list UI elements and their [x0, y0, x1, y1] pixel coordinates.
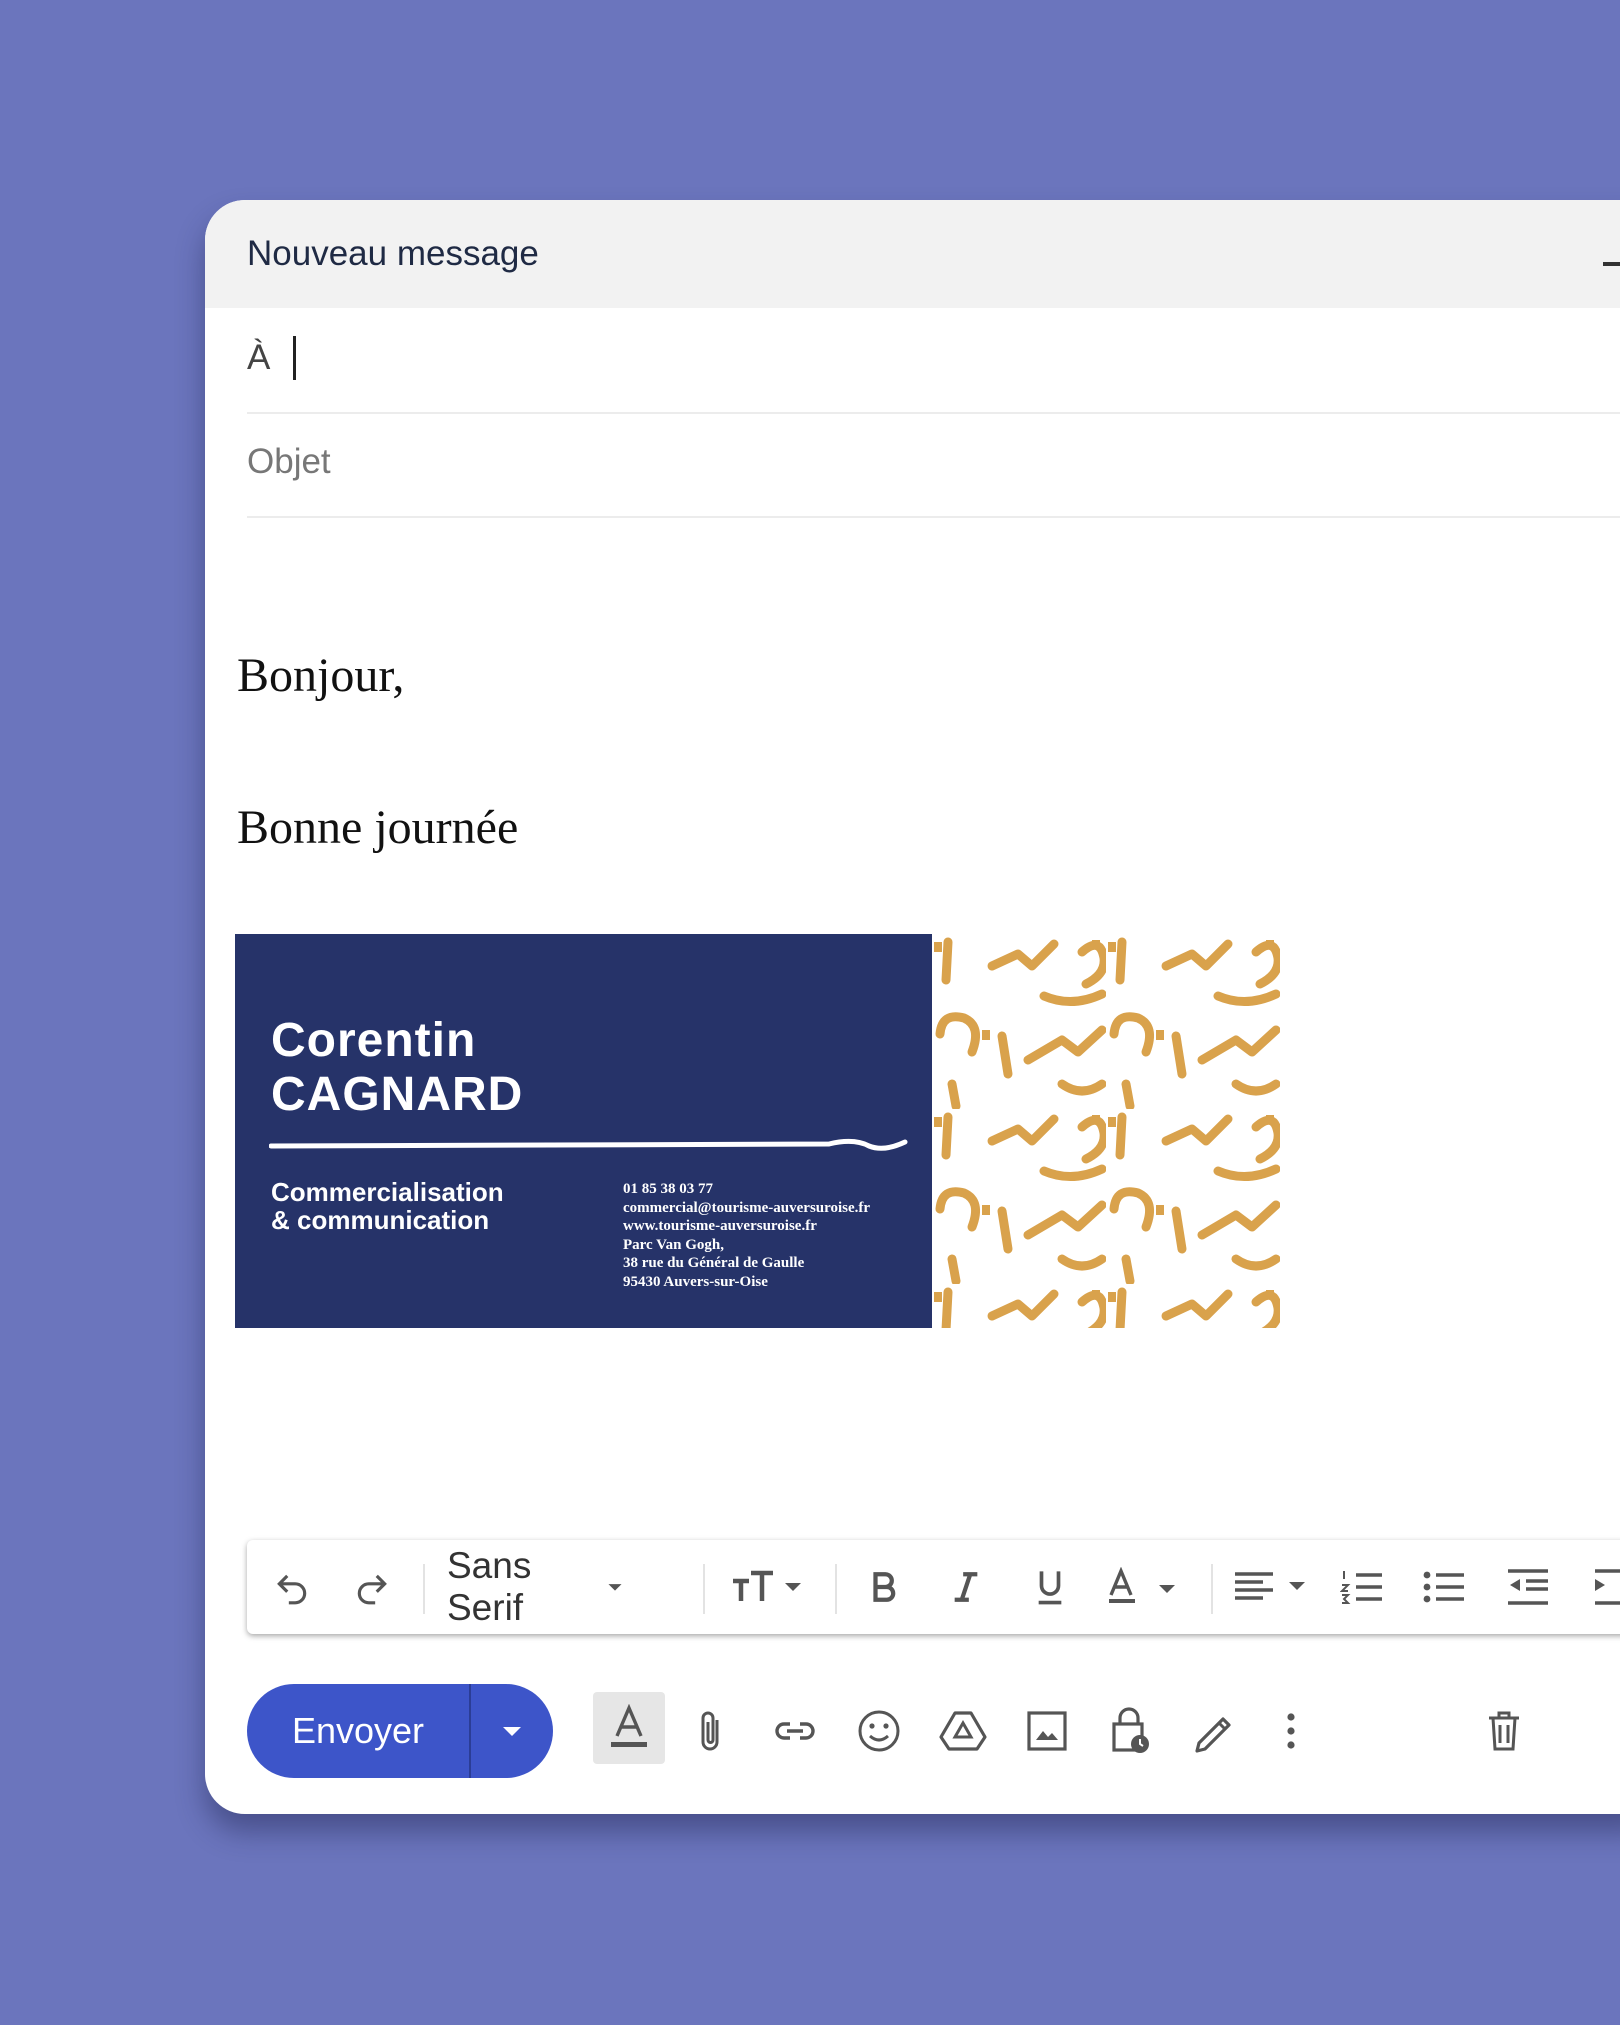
numbered-list-icon[interactable]	[1337, 1540, 1387, 1634]
signature-pattern	[932, 934, 1280, 1328]
signature-name: Corentin CAGNARD	[271, 1014, 523, 1122]
subject-field[interactable]: Objet	[247, 412, 1620, 518]
compose-header: Nouveau message	[205, 200, 1620, 308]
send-button-group: Envoyer	[247, 1684, 553, 1778]
redo-icon[interactable]	[347, 1540, 397, 1634]
email-signature: Corentin CAGNARD Commercialisation & com…	[235, 934, 1280, 1328]
subject-placeholder: Objet	[247, 442, 331, 481]
to-label: À	[247, 338, 271, 377]
signature-phone: 01 85 38 03 77	[623, 1181, 713, 1197]
font-dropdown-icon	[608, 1584, 622, 1591]
body-greeting[interactable]: Bonjour,	[237, 648, 404, 703]
photo-icon[interactable]	[1019, 1684, 1075, 1778]
minimize-icon[interactable]	[1603, 262, 1620, 266]
font-name: Sans Serif	[447, 1545, 532, 1628]
send-button[interactable]: Envoyer	[247, 1684, 469, 1778]
signature-card: Corentin CAGNARD Commercialisation & com…	[235, 934, 932, 1328]
compose-window: Nouveau message À C Objet Bonjour, Bonne…	[205, 200, 1620, 1814]
formatting-options-icon[interactable]	[593, 1692, 665, 1764]
signature-address-2: 38 rue du Général de Gaulle	[623, 1255, 805, 1271]
attach-icon[interactable]	[685, 1684, 735, 1778]
italic-icon[interactable]	[941, 1540, 991, 1634]
indent-less-icon[interactable]	[1503, 1540, 1553, 1634]
signature-address-1: Parc Van Gogh,	[623, 1236, 724, 1253]
link-icon[interactable]	[767, 1684, 823, 1778]
underline-icon[interactable]	[1025, 1540, 1075, 1634]
undo-icon[interactable]	[267, 1540, 317, 1634]
signature-website[interactable]: www.tourisme-auversuroise.fr	[623, 1217, 870, 1236]
drive-icon[interactable]	[935, 1684, 991, 1778]
signature-first-name: Corentin	[271, 1014, 477, 1067]
text-size-icon[interactable]	[725, 1540, 813, 1634]
align-icon[interactable]	[1233, 1540, 1313, 1634]
bulleted-list-icon[interactable]	[1419, 1540, 1469, 1634]
action-bar: Envoyer	[247, 1684, 1620, 1778]
signature-icon[interactable]	[1185, 1684, 1241, 1778]
send-options-chevron-icon[interactable]	[471, 1684, 553, 1778]
indent-more-icon[interactable]	[1593, 1540, 1620, 1634]
recipients-field[interactable]: À C	[247, 308, 1620, 414]
signature-address-3: 95430 Auvers-sur-Oise	[623, 1273, 768, 1290]
signature-contact: 01 85 38 03 77 commercial@tourisme-auver…	[623, 1180, 870, 1291]
more-options-icon[interactable]	[1271, 1684, 1311, 1778]
text-cursor	[293, 336, 296, 380]
signature-role-line1: Commercialisation	[271, 1177, 504, 1207]
font-selector[interactable]: Sans Serif	[447, 1540, 623, 1634]
compose-title: Nouveau message	[247, 234, 539, 273]
signature-last-name: CAGNARD	[271, 1068, 524, 1121]
confidential-mode-icon[interactable]	[1103, 1684, 1159, 1778]
emoji-icon[interactable]	[851, 1684, 907, 1778]
text-color-icon[interactable]	[1103, 1540, 1183, 1634]
signature-role-line2: & communication	[271, 1205, 490, 1235]
bold-icon[interactable]	[859, 1540, 909, 1634]
formatting-toolbar: Sans Serif	[247, 1540, 1620, 1634]
discard-icon[interactable]	[1479, 1684, 1529, 1778]
body-closing[interactable]: Bonne journée	[237, 800, 518, 855]
signature-email[interactable]: commercial@tourisme-auversuroise.fr	[623, 1199, 870, 1218]
wave-line-icon	[269, 1138, 908, 1151]
signature-role: Commercialisation & communication	[271, 1178, 504, 1234]
